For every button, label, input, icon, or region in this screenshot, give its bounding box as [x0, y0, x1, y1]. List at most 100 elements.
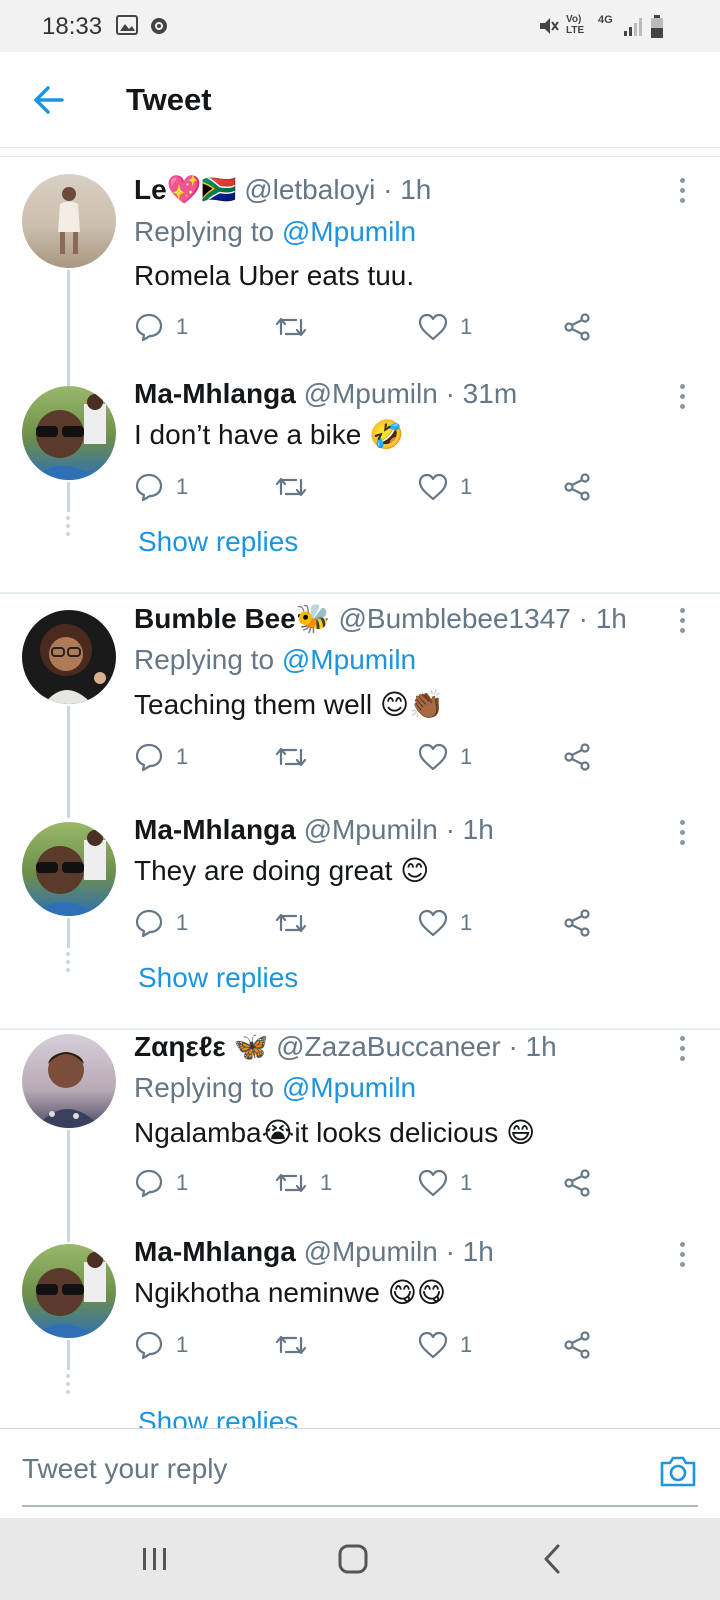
tweet-item[interactable]: Ma-Mhlanga @Mpumiln · 1h Ngikhotha nemin…	[0, 1236, 720, 1428]
network-4g-label: 4G	[598, 14, 613, 26]
retweet-button[interactable]: 1	[274, 1166, 332, 1200]
reply-button[interactable]: 1	[134, 310, 188, 344]
share-icon	[564, 473, 590, 501]
like-button[interactable]: 1	[418, 310, 472, 344]
avatar[interactable]	[22, 174, 116, 268]
more-icon[interactable]	[680, 1242, 688, 1272]
display-name[interactable]: Bumble Bee🐝	[134, 603, 331, 634]
tweet-item[interactable]: Ζαηεℓε 🦋 @ZazaBuccaneer · 1h Replying to…	[0, 1028, 720, 1242]
reply-button[interactable]: 1	[134, 740, 188, 774]
like-button[interactable]: 1	[418, 1328, 472, 1362]
settings-gear-icon	[151, 18, 167, 34]
avatar[interactable]	[22, 1244, 116, 1338]
like-button[interactable]: 1	[418, 470, 472, 504]
reply-input[interactable]	[22, 1453, 582, 1485]
handle[interactable]: @Bumblebee1347	[338, 603, 570, 634]
reply-icon	[135, 1331, 163, 1360]
share-icon	[564, 313, 590, 341]
reply-icon	[135, 909, 163, 938]
tweet-item[interactable]: Le💖🇿🇦 @letbaloyi · 1h Replying to @Mpumi…	[0, 168, 720, 386]
reply-icon	[135, 1169, 163, 1198]
avatar[interactable]	[22, 386, 116, 480]
retweet-button[interactable]	[274, 740, 320, 774]
share-icon	[564, 909, 590, 937]
tweet-item[interactable]: Bumble Bee🐝 @Bumblebee1347 · 1h Replying…	[0, 603, 720, 818]
more-icon[interactable]	[680, 820, 688, 850]
tweet-item[interactable]: Ma-Mhlanga @Mpumiln · 1h They are doing …	[0, 814, 720, 1016]
show-replies-link[interactable]: Show replies	[138, 526, 298, 558]
like-count: 1	[460, 1332, 473, 1357]
display-name[interactable]: Le💖🇿🇦	[134, 174, 236, 205]
handle[interactable]: @ZazaBuccaneer	[276, 1031, 501, 1062]
display-name[interactable]: Ma-Mhlanga	[134, 378, 296, 409]
tweet-header: Ma-Mhlanga @Mpumiln · 1h	[134, 1236, 494, 1268]
show-replies-link[interactable]: Show replies	[138, 962, 298, 994]
avatar[interactable]	[22, 1034, 116, 1128]
reply-button[interactable]: 1	[134, 906, 188, 940]
reply-button[interactable]: 1	[134, 1166, 188, 1200]
thread-connector	[66, 482, 71, 540]
reply-button[interactable]: 1	[134, 470, 188, 504]
display-name[interactable]: Ma-Mhlanga	[134, 814, 296, 845]
tweet-text: Romela Uber eats tuu.	[134, 260, 415, 291]
share-button[interactable]	[562, 740, 592, 774]
thread-connector	[67, 270, 70, 386]
share-button[interactable]	[562, 906, 592, 940]
reply-count: 1	[176, 744, 189, 769]
tweet-item[interactable]: Ma-Mhlanga @Mpumiln · 31m I don’t have a…	[0, 378, 720, 580]
avatar[interactable]	[22, 822, 116, 916]
handle[interactable]: @Mpumiln	[304, 378, 438, 409]
like-button[interactable]: 1	[418, 1166, 472, 1200]
replying-to-mention[interactable]: @Mpumiln	[282, 216, 416, 247]
show-replies-link[interactable]: Show replies	[138, 1406, 298, 1428]
conversation-list[interactable]: Le💖🇿🇦 @letbaloyi · 1h Replying to @Mpumi…	[0, 148, 720, 1428]
replying-to-prefix: Replying to	[134, 1072, 282, 1103]
reply-button[interactable]: 1	[134, 1328, 188, 1362]
retweet-button[interactable]	[274, 906, 320, 940]
tweet-text: Teaching them well 😊👏🏾	[134, 689, 444, 720]
volte-label: Vo) LTE	[566, 14, 585, 36]
tweet-actions: 1 1 1	[134, 1166, 614, 1200]
tweet-text: I don’t have a bike 🤣	[134, 419, 404, 450]
display-name[interactable]: Ma-Mhlanga	[134, 1236, 296, 1267]
retweet-button[interactable]	[274, 470, 320, 504]
home-icon[interactable]	[336, 1540, 370, 1578]
retweet-button[interactable]	[274, 310, 320, 344]
thread-connector	[67, 1130, 70, 1242]
share-button[interactable]	[562, 1328, 592, 1362]
share-button[interactable]	[562, 470, 592, 504]
handle[interactable]: @Mpumiln	[304, 1236, 438, 1267]
share-button[interactable]	[562, 1166, 592, 1200]
retweet-icon	[275, 317, 307, 337]
more-icon[interactable]	[680, 384, 688, 414]
retweet-icon	[275, 1173, 307, 1193]
battery-icon	[651, 15, 663, 38]
more-icon[interactable]	[680, 178, 688, 208]
display-name[interactable]: Ζαηεℓε 🦋	[134, 1031, 268, 1062]
back-nav-icon[interactable]	[540, 1540, 564, 1578]
more-icon[interactable]	[680, 608, 688, 638]
like-button[interactable]: 1	[418, 740, 472, 774]
replying-to: Replying to @Mpumiln	[134, 1072, 416, 1104]
retweet-button[interactable]	[274, 1328, 320, 1362]
avatar[interactable]	[22, 610, 116, 704]
timestamp: · 1h	[508, 1031, 557, 1062]
back-arrow-icon[interactable]	[30, 84, 66, 116]
share-icon	[564, 743, 590, 771]
recent-apps-icon[interactable]	[140, 1540, 170, 1578]
share-button[interactable]	[562, 310, 592, 344]
tweet-text: Ngikhotha neminwe 😋😋	[134, 1277, 447, 1308]
replying-to-mention[interactable]: @Mpumiln	[282, 644, 416, 675]
tweet-header: Ma-Mhlanga @Mpumiln · 1h	[134, 814, 494, 846]
like-count: 1	[460, 910, 473, 935]
reply-icon	[135, 473, 163, 502]
like-button[interactable]: 1	[418, 906, 472, 940]
camera-icon[interactable]	[658, 1453, 698, 1489]
handle[interactable]: @letbaloyi	[244, 174, 375, 205]
tweet-header: Ma-Mhlanga @Mpumiln · 31m	[134, 378, 517, 410]
handle[interactable]: @Mpumiln	[304, 814, 438, 845]
more-icon[interactable]	[680, 1036, 688, 1066]
retweet-icon	[275, 747, 307, 767]
reply-count: 1	[176, 314, 189, 339]
replying-to-mention[interactable]: @Mpumiln	[282, 1072, 416, 1103]
